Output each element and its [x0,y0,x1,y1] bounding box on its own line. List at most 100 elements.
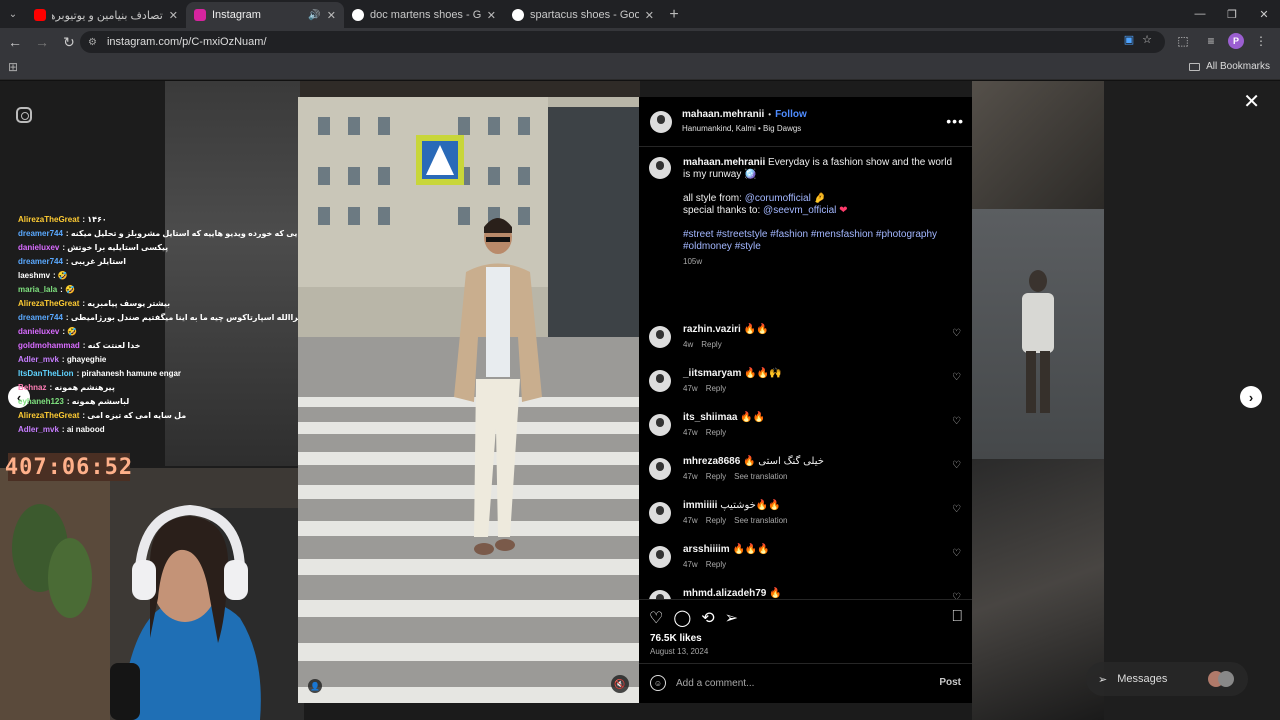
reply-button[interactable]: Reply [706,472,726,481]
apps-grid-icon[interactable]: ⊞ [8,60,18,74]
reply-button[interactable]: Reply [706,560,726,569]
post-comment-button[interactable]: Post [939,677,961,688]
speaker-icon[interactable]: 🔊 [308,10,320,21]
tab-youtube[interactable]: تصادف بنیامین و یوتیوبرها + واک ✕ [26,2,186,28]
reply-button[interactable]: Reply [706,384,726,393]
forward-icon[interactable]: → [30,30,54,54]
browser-toolbar: ← → ↻ ⚙ instagram.com/p/C-mxiOzNuam/ ▣ ☆… [0,28,1280,56]
see-translation-button[interactable]: See translation [734,472,787,481]
like-icon[interactable]: ♡ [649,608,663,628]
restore-icon[interactable]: ❐ [1216,0,1248,28]
thanks-mention[interactable]: @seevm_official [763,205,836,216]
commenter-username[interactable]: mhmd.alizadeh79 [683,588,766,599]
tab-instagram[interactable]: Instagram 🔊 ✕ [186,2,344,28]
reply-button[interactable]: Reply [706,428,726,437]
reply-button[interactable]: Reply [706,516,726,525]
commenter-username[interactable]: its_shiimaa [683,412,737,423]
webcam-scene [0,468,304,720]
reload-icon[interactable]: ↻ [57,30,81,54]
minimize-icon[interactable]: — [1184,0,1216,28]
google-lens-icon[interactable]: ▣ [1124,33,1134,46]
comment-like-icon[interactable]: ♡ [952,328,961,339]
address-bar[interactable]: ⚙ instagram.com/p/C-mxiOzNuam/ [80,31,1165,53]
commenter-avatar[interactable] [649,458,671,480]
media-controls-icon[interactable]: ≡ [1200,30,1222,52]
comment-like-icon[interactable]: ♡ [952,460,961,471]
instagram-logo-icon[interactable] [16,107,32,123]
instagram-favicon-icon [194,9,206,21]
commenter-username[interactable]: _iitsmaryam [683,368,741,379]
chat-text: ghayeghie [66,355,107,364]
close-tab-icon[interactable]: ✕ [487,9,496,22]
omnibox-actions: ▣ ☆ [1124,33,1152,46]
commenter-username[interactable]: mhreza8686 [683,456,740,467]
tagged-user-icon[interactable]: 👤 [308,679,322,693]
new-tab-button[interactable]: + [662,2,686,28]
comment-age: 47w [683,516,698,525]
tab-google-spartacus[interactable]: spartacus shoes - Google Searc ✕ [504,2,662,28]
chat-text: 🤣 [57,271,68,280]
comment-icon[interactable]: ◯ [673,608,691,628]
commenter-avatar[interactable] [649,326,671,348]
tab-title: تصادف بنیامین و یوتیوبرها + واک [52,9,163,22]
save-bookmark-icon[interactable]: ⎕ [952,608,962,626]
comment-like-icon[interactable]: ♡ [952,372,961,383]
extensions-icon[interactable]: ⬚ [1172,30,1194,52]
profile-avatar[interactable]: P [1228,33,1244,49]
comment-like-icon[interactable]: ♡ [952,504,961,515]
follow-button[interactable]: Follow [775,109,807,120]
comment-meta: 47w Reply [683,560,726,569]
google-favicon-icon [352,9,364,21]
caption-author[interactable]: mahaan.mehranii [683,157,765,168]
all-bookmarks-button[interactable]: All Bookmarks [1189,61,1270,72]
comment-like-icon[interactable]: ♡ [952,416,961,427]
author-username[interactable]: mahaan.mehranii [682,109,764,120]
next-post-button[interactable]: › [1240,386,1262,408]
share-icon[interactable]: ➢ [725,608,738,628]
commenter-username[interactable]: immiiiii [683,500,717,511]
site-info-icon[interactable]: ⚙ [88,37,97,48]
reply-button[interactable]: Reply [701,340,721,349]
back-icon[interactable]: ← [3,30,27,54]
comment-content: mhreza8686 🔥 خیلی گنگ استی [683,456,824,468]
commenter-username[interactable]: arsshiiiim [683,544,730,555]
likes-count[interactable]: 76.5K likes [650,633,702,644]
tab-google-doc-martens[interactable]: doc martens shoes - Google Se ✕ [344,2,504,28]
menu-kebab-icon[interactable]: ⋮ [1250,30,1272,52]
style-from-mention[interactable]: @corumofficial [745,193,811,204]
tab-search-chevron-icon[interactable]: ⌄ [0,0,26,28]
chat-message: danieluxev: 🤣 [18,325,298,339]
close-post-icon[interactable]: ✕ [1243,89,1260,114]
comment-content: its_shiimaa 🔥🔥 [683,412,765,424]
comment-like-icon[interactable]: ♡ [952,592,961,599]
commenter-avatar[interactable] [649,546,671,568]
chat-text: 🤣 [67,327,78,336]
commenter-avatar[interactable] [649,502,671,524]
post-photo[interactable]: 👤 🔇 [298,97,639,703]
commenter-avatar[interactable] [649,414,671,436]
commenter-avatar[interactable] [649,590,671,599]
chat-message: ItsDanTheLion: pirahanesh hamune engar [18,367,298,381]
bookmark-star-icon[interactable]: ☆ [1142,33,1152,46]
comment-row: mhmd.alizadeh79 🔥47wReply♡ [649,588,967,599]
window-close-icon[interactable]: ✕ [1248,0,1280,28]
comment-like-icon[interactable]: ♡ [952,548,961,559]
author-avatar[interactable] [650,111,672,133]
chat-message: Adler_mvk: ghayeghie [18,353,298,367]
close-tab-icon[interactable]: ✕ [327,9,336,22]
mute-icon[interactable]: 🔇 [611,675,629,693]
commenter-avatar[interactable] [649,370,671,392]
chat-text: ai nabood [66,425,105,434]
close-tab-icon[interactable]: ✕ [169,9,178,22]
post-audio-location[interactable]: Hanumankind, Kalmi • Big Dawgs [682,124,801,133]
messages-button[interactable]: ➢ Messages [1086,662,1248,696]
commenter-username[interactable]: razhin.vaziri [683,324,741,335]
more-options-icon[interactable]: ••• [946,113,964,129]
repost-icon[interactable]: ⟲ [701,608,714,628]
caption-hashtags[interactable]: #street #streetstyle #fashion #mensfashi… [683,229,953,253]
close-tab-icon[interactable]: ✕ [645,9,654,22]
caption-author-avatar[interactable] [649,157,671,179]
emoji-picker-icon[interactable]: ☺ [650,675,666,691]
comment-input[interactable] [676,674,916,692]
see-translation-button[interactable]: See translation [734,516,787,525]
